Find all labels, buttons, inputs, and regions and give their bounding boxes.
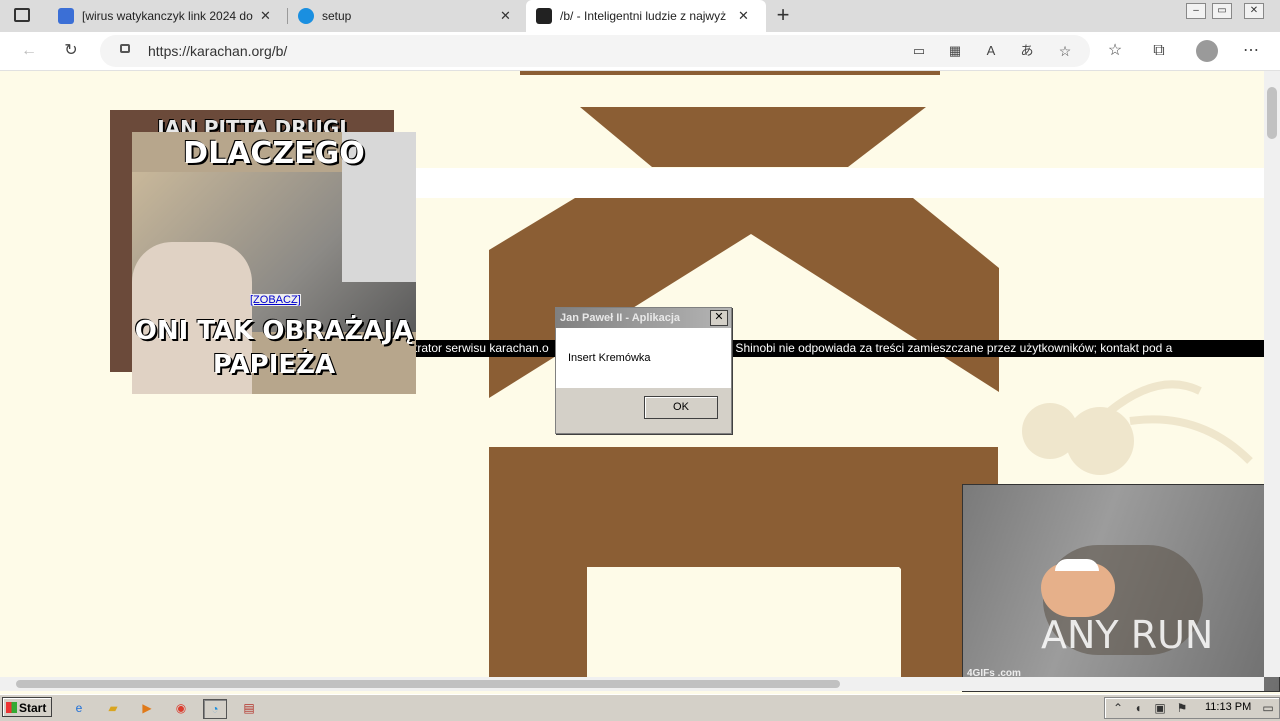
meme-front-image[interactable]: DLACZEGO ONI TAK OBRAŻAJĄ PAPIEŻA [ZOBAC… [132,132,416,394]
extensions-grid-icon[interactable]: ▦ [944,40,966,62]
back-icon[interactable]: ← [18,40,40,62]
show-desktop-icon[interactable]: ▭ [1259,699,1277,717]
address-bar: ← ↻ https://karachan.org/b/ ▭ ▦ A あ ☆ ☆ … [0,32,1280,71]
read-aloud-icon[interactable]: A [980,40,1002,62]
refresh-icon[interactable]: ↻ [60,40,82,62]
spider-decoration [1022,380,1253,475]
clock[interactable]: 11:13 PM [1205,701,1251,713]
meme-front-bottom-caption: ONI TAK OBRAŻAJĄ PAPIEŻA [134,316,414,380]
header-strip [414,168,1264,198]
logo-base [489,447,998,677]
vertical-scroll-thumb[interactable] [1267,87,1277,139]
meme-front-top-caption: DLACZEGO [183,136,365,171]
dialog-body: Insert Kremówka [556,328,731,388]
network-icon[interactable]: ▣ [1151,699,1169,717]
show-hidden-icons-icon[interactable]: ⌃ [1109,699,1127,717]
lock-icon[interactable] [120,44,130,53]
dialog-title: Jan Paweł II - Aplikacja [556,308,731,328]
collections-icon[interactable]: ⧉ [1148,40,1170,62]
tab-title: setup [322,9,352,23]
app-available-icon[interactable]: ▭ [908,40,930,62]
minimize-button[interactable]: – [1186,3,1206,19]
dialog-ok-button[interactable]: OK [644,396,718,419]
folder-icon[interactable]: ▰ [104,699,122,717]
horizontal-scroll-thumb[interactable] [16,680,840,688]
volume-icon[interactable]: ◖ [1129,699,1147,717]
favorites-icon[interactable]: ☆ [1104,40,1126,62]
winrar-icon[interactable]: ▤ [240,699,258,717]
pope-face-icon [1041,563,1115,617]
media-player-icon[interactable]: ▶ [138,699,156,717]
dialog-close-button[interactable]: ✕ [710,310,728,326]
alert-dialog: Jan Paweł II - Aplikacja ✕ Insert Kremów… [555,307,732,434]
zucchetto-shape [1055,559,1099,571]
url-field[interactable]: https://karachan.org/b/ ▭ ▦ A あ ☆ [100,35,1090,67]
start-button[interactable]: Start [2,697,52,717]
flag-icon[interactable]: ⚑ [1173,699,1191,717]
tab-wirus[interactable]: [wirus watykanczyk link 2024 do ✕ [48,0,284,32]
logo-top-bar [520,71,940,75]
dialog-message: Insert Kremówka [568,352,651,364]
karachan-favicon-icon [536,8,552,24]
tab-title: /b/ - Inteligentni ludzie z najwyż [560,9,727,23]
pope-gif: ANY RUN 4GIFs .com [962,484,1280,692]
horizontal-scrollbar[interactable] [0,677,1264,691]
edge-icon[interactable]: ◔ [203,699,227,719]
new-tab-button[interactable]: + [772,4,794,26]
logo-bowtie [580,107,926,167]
tab-actions-icon[interactable] [14,8,30,22]
vertical-scrollbar[interactable] [1264,71,1280,677]
edge-favicon-icon [298,8,314,24]
tab-bar: [wirus watykanczyk link 2024 do ✕ setup … [0,0,1280,32]
ie-icon[interactable]: e [70,699,88,717]
restore-button[interactable]: ▭ [1212,3,1232,19]
tab-setup[interactable]: setup ✕ [288,0,524,32]
close-tab-icon[interactable]: ✕ [500,8,511,24]
add-favorite-icon[interactable]: ☆ [1054,40,1076,62]
chrome-icon[interactable]: ◉ [172,699,190,717]
url-text[interactable]: https://karachan.org/b/ [148,43,287,59]
windows-logo-icon [6,702,17,713]
tab-karachan[interactable]: /b/ - Inteligentni ludzie z najwyż ✕ [526,0,766,32]
taskbar: Start e ▰ ▶ ◉ ◔ ▤ ⌃ ◖ ▣ ⚑ 11:13 PM ▭ [0,694,1280,721]
close-tab-icon[interactable]: ✕ [260,8,271,24]
settings-more-icon[interactable]: ⋯ [1240,40,1262,62]
profile-avatar-icon[interactable] [1196,40,1218,62]
translate-icon[interactable]: あ [1016,40,1038,62]
zobacz-link[interactable]: [ZOBACZ] [250,294,301,306]
close-tab-icon[interactable]: ✕ [738,8,749,24]
anyrun-watermark: ANY RUN [1041,613,1214,657]
close-window-button[interactable]: ✕ [1244,3,1264,19]
system-tray: ⌃ ◖ ▣ ⚑ 11:13 PM ▭ [1104,697,1280,719]
tab-title: [wirus watykanczyk link 2024 do [82,9,253,23]
search-favicon-icon [58,8,74,24]
start-label: Start [19,701,47,715]
